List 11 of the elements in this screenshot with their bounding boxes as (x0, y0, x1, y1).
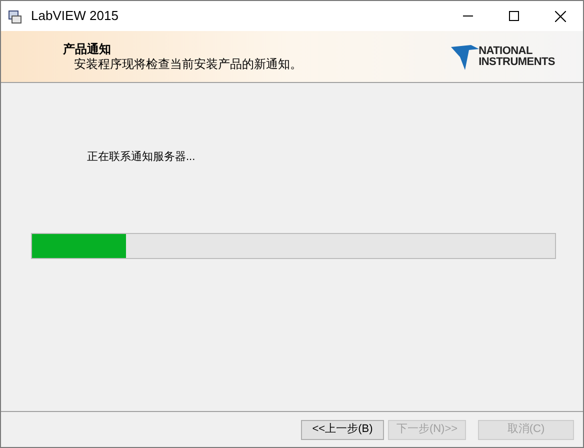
eagle-logo-icon (450, 42, 481, 70)
status-message: 正在联系通知服务器... (87, 150, 196, 165)
wizard-button[interactable]: <<上一步(B) (301, 420, 384, 440)
logo-text: INSTRUMENTS (478, 56, 555, 68)
maximize-icon (509, 11, 519, 21)
header-title: 产品通知 (63, 42, 112, 56)
header-subtitle: 安装程序现将检查当前安装产品的新通知。 (74, 56, 302, 72)
window-title: LabVIEW 2015 (31, 7, 118, 26)
app-icon (7, 8, 23, 24)
close-icon (554, 10, 566, 22)
logo-text: NATIONAL (478, 46, 534, 56)
